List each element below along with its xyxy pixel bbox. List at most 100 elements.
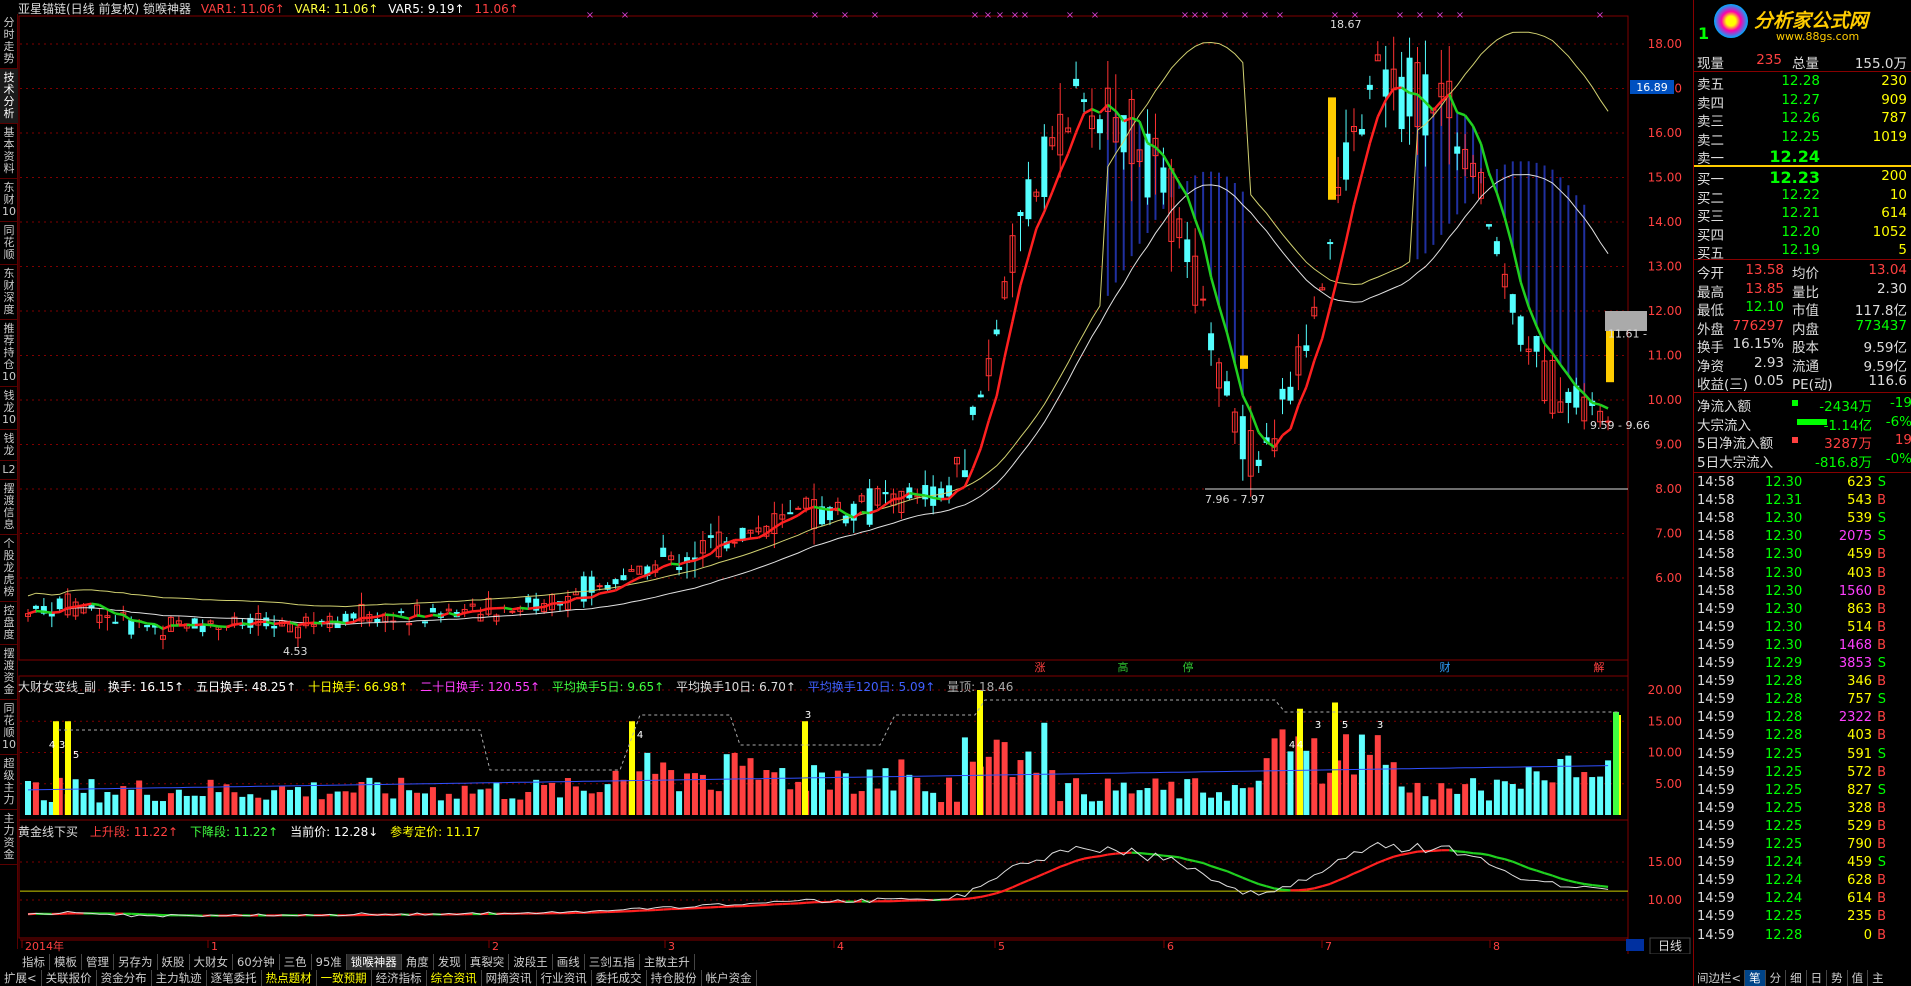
ma5-segment: [995, 356, 1006, 397]
ftab-15[interactable]: 三剑五指: [585, 954, 640, 970]
ftab-11[interactable]: 发现: [434, 954, 466, 970]
candle: [985, 339, 992, 392]
btm-13[interactable]: 帐户资金: [702, 970, 757, 986]
ftab-3[interactable]: 另存为: [114, 954, 158, 970]
rtab-6[interactable]: 主: [1868, 970, 1888, 986]
btm-4[interactable]: 逐笔委托: [207, 970, 262, 986]
ma5-segment: [893, 497, 902, 501]
rtab-2[interactable]: 细: [1786, 970, 1807, 986]
btm-3[interactable]: 主力轨迹: [152, 970, 207, 986]
ma5-segment: [1495, 192, 1507, 219]
volume-tag: 3: [59, 740, 65, 751]
volume-bar: [850, 793, 857, 815]
candle: [1525, 336, 1532, 365]
ftab-5[interactable]: 大财女: [190, 954, 233, 970]
top-x-mark: ×: [811, 10, 819, 21]
volume-bar: [763, 770, 770, 815]
ind2-trend-segment: [1202, 861, 1212, 868]
ftab-0[interactable]: 指标: [18, 954, 50, 970]
ind2-trend-segment: [1488, 854, 1498, 859]
ind2-trend-segment: [1401, 852, 1410, 856]
volume-bar: [1565, 755, 1572, 815]
ma5-segment: [138, 620, 148, 625]
candle: [120, 605, 127, 621]
candle-body: [398, 611, 405, 614]
kline-chart[interactable]: 4354344353 18.0017.0016.0015.0014.0013.0…: [0, 0, 1693, 954]
price-tick-label: 15.00: [1648, 171, 1682, 185]
ma5-segment: [702, 552, 712, 559]
ftab-6[interactable]: 60分钟: [233, 954, 280, 970]
scroll-end-btn: [1626, 939, 1644, 951]
candle: [374, 612, 381, 627]
ma5-segment: [1074, 112, 1086, 133]
ind2-trend-segment: [1496, 856, 1506, 861]
rtab-3[interactable]: 日: [1807, 970, 1828, 986]
btm-0[interactable]: 扩展<: [0, 970, 42, 986]
ind2-trend-segment: [1028, 876, 1037, 882]
volume-bar: [1470, 778, 1477, 815]
rtab-4[interactable]: 势: [1827, 970, 1848, 986]
ftab-16[interactable]: 主散主升: [640, 954, 695, 970]
rtab-5[interactable]: 值: [1848, 970, 1869, 986]
volume-bar: [255, 797, 262, 815]
volume-bar: [493, 782, 500, 815]
btm-2[interactable]: 资金分布: [97, 970, 152, 986]
volume-tag: 3: [805, 710, 811, 721]
ftab-9[interactable]: 锁喉神器: [346, 954, 402, 970]
volume-bar: [953, 801, 960, 815]
candle-body: [112, 621, 119, 624]
volume-tag: 4: [1297, 740, 1303, 751]
candle: [199, 619, 206, 637]
volume-bar: [485, 788, 492, 815]
candle: [485, 591, 492, 616]
btm-9[interactable]: 网摘资讯: [482, 970, 537, 986]
ftab-2[interactable]: 管理: [82, 954, 114, 970]
sidebar-toggle[interactable]: 间边栏<: [1694, 970, 1746, 986]
ftab-1[interactable]: 模板: [50, 954, 82, 970]
ma5-segment: [1456, 111, 1466, 117]
volume-highlight-bar: [802, 721, 808, 815]
volume-bar: [1263, 758, 1270, 815]
candle: [1319, 283, 1326, 291]
volume-bar: [1255, 780, 1262, 815]
ask-row: 卖三 12.26 787: [1697, 110, 1907, 130]
btm-5[interactable]: 热点题材: [262, 970, 317, 986]
ind2-trend-segment: [1083, 856, 1093, 860]
candle: [1517, 314, 1524, 352]
ftab-7[interactable]: 三色: [280, 954, 312, 970]
btm-1[interactable]: 关联报价: [42, 970, 97, 986]
ma5-segment: [821, 507, 831, 512]
volume-bar: [390, 798, 397, 815]
volume-bar: [247, 794, 254, 815]
ftab-13[interactable]: 波段王: [509, 954, 553, 970]
stat-row: 最高 13.85 量比 2.30: [1697, 280, 1907, 301]
btm-10[interactable]: 行业资讯: [537, 970, 592, 986]
ftab-4[interactable]: 妖股: [158, 954, 190, 970]
btm-12[interactable]: 持仓股份: [647, 970, 702, 986]
btm-6[interactable]: 一致预期: [317, 970, 372, 986]
ma5-segment: [742, 537, 751, 542]
candle-body: [350, 613, 357, 619]
ma5-segment: [1091, 107, 1101, 114]
btm-7[interactable]: 经济指标: [372, 970, 427, 986]
candle-body: [969, 406, 976, 415]
ma5-segment: [1305, 360, 1316, 388]
ind2-trend-segment: [1544, 872, 1553, 877]
ftab-12[interactable]: 真裂突: [466, 954, 510, 970]
ftab-10[interactable]: 角度: [402, 954, 434, 970]
candle: [580, 571, 587, 608]
rtab-0[interactable]: 笔: [1745, 970, 1766, 986]
volume-bar: [1073, 778, 1080, 815]
volume-green-bar: [1613, 711, 1619, 815]
ftab-8[interactable]: 95准: [312, 954, 347, 970]
rtab-1[interactable]: 分: [1766, 970, 1787, 986]
price-tick-label: 14.00: [1648, 215, 1682, 229]
btm-8[interactable]: 综合资讯: [427, 970, 482, 986]
volume-highlight-bar: [977, 690, 983, 815]
volume-bar: [644, 752, 651, 815]
volume-bar: [1009, 776, 1016, 815]
ma5-segment: [1186, 195, 1197, 220]
btm-11[interactable]: 委托成交: [592, 970, 647, 986]
ma5-segment: [1241, 395, 1252, 413]
ftab-14[interactable]: 画线: [553, 954, 585, 970]
